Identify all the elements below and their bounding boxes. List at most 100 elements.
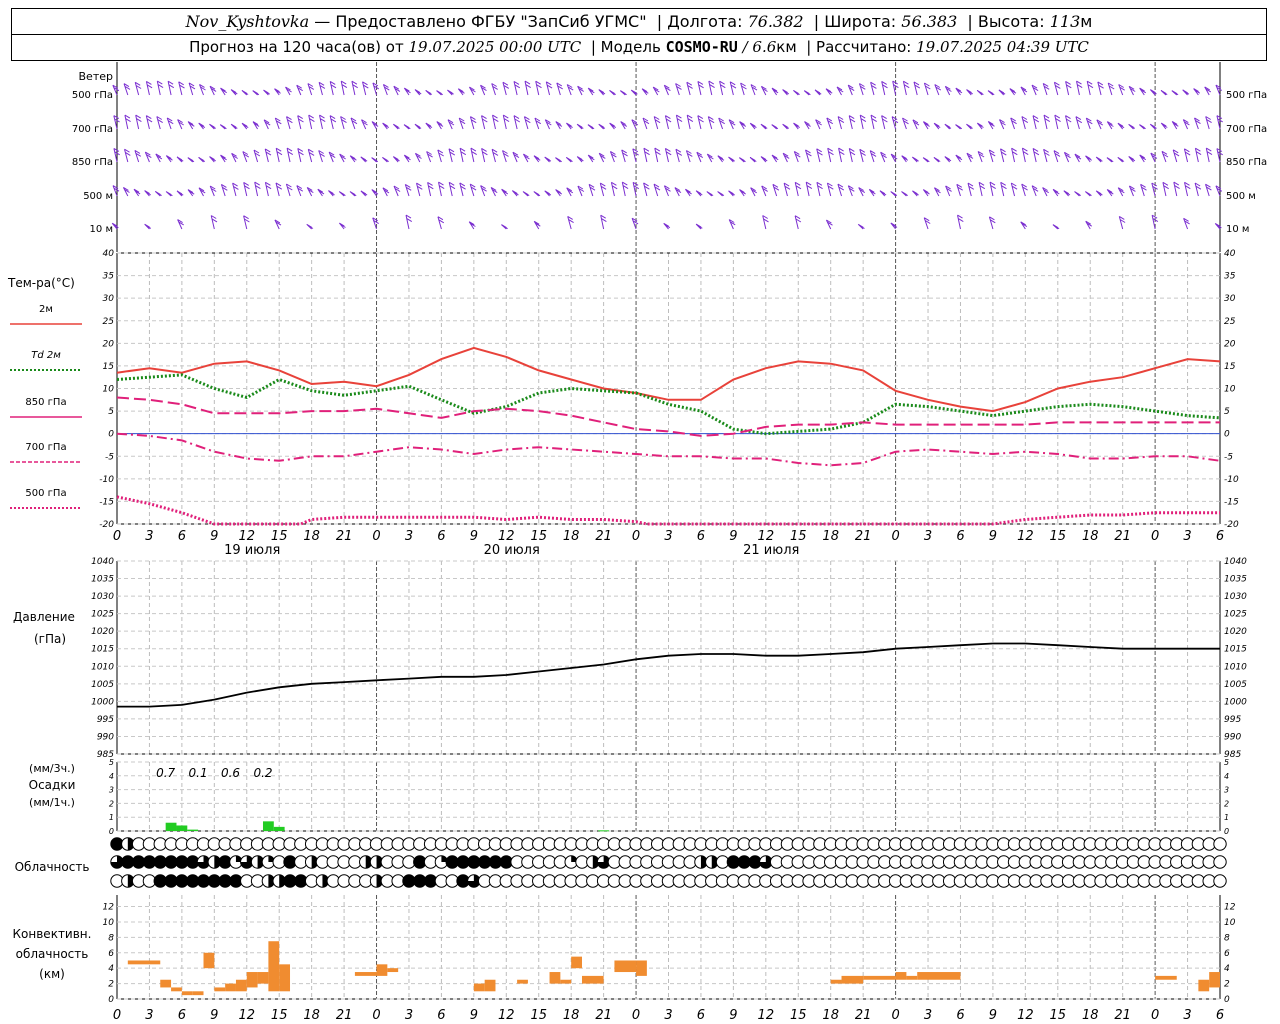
temp-legend-label: 2м: [39, 304, 53, 315]
wind-barb: [209, 85, 217, 96]
pres-ytick-left: 1020: [91, 627, 114, 637]
wind-barb: [338, 191, 346, 197]
wind-barb: [922, 121, 930, 130]
wind-barb: [178, 81, 185, 96]
convective-cloud-bar: [895, 972, 907, 980]
wind-barb: [966, 152, 974, 163]
conv-hour-label: 0: [1151, 1008, 1159, 1023]
wind-barb: [1160, 122, 1168, 130]
convective-cloud-bar: [387, 968, 399, 973]
conv-hour-label: 6: [1216, 1008, 1224, 1023]
wind-barb: [392, 156, 400, 163]
wind-barb: [1020, 86, 1028, 96]
wind-barb: [371, 189, 379, 197]
convective-cloud-bar: [1198, 979, 1210, 992]
precipitation-plot: [165, 821, 610, 832]
wind-barb: [1117, 122, 1125, 130]
wind-barb: [425, 89, 433, 96]
wind-barb: [349, 155, 357, 163]
convective-cloud-bar: [830, 979, 842, 984]
wind-barb: [1085, 155, 1092, 163]
wind-barb: [274, 219, 282, 230]
wind-barb: [1075, 116, 1083, 130]
wind-barb: [826, 117, 834, 130]
wind-barb: [436, 121, 444, 130]
wind-barb: [805, 149, 812, 163]
wind-barb: [869, 150, 877, 163]
wind-barb: [610, 181, 618, 197]
wind-barb: [220, 183, 228, 197]
wind-barb: [232, 182, 239, 197]
wind-barb: [1194, 147, 1202, 163]
temp-ytick-left: -5: [105, 452, 114, 462]
wind-barb: [1140, 183, 1147, 197]
wind-barb: [868, 188, 876, 197]
wind-barb: [1205, 116, 1212, 130]
wind-barb: [241, 122, 249, 130]
wind-barb: [448, 148, 456, 163]
conv-hour-label: 3: [145, 1008, 153, 1023]
wind-barb: [362, 81, 369, 96]
temp-hour-label: 6: [697, 529, 705, 544]
wind-barb: [523, 116, 531, 130]
wind-barb: [513, 80, 521, 96]
temp-hour-label: 9: [210, 529, 218, 544]
wind-barb: [804, 121, 811, 130]
wind-barb: [848, 115, 856, 130]
wind-barb: [1053, 81, 1061, 96]
wind-barb: [1063, 190, 1071, 197]
temp-hour-label: 12: [238, 529, 255, 544]
wind-barb: [351, 80, 358, 96]
wind-barb: [306, 223, 314, 230]
wind-barb: [771, 154, 779, 163]
wind-barb: [275, 182, 283, 197]
temp-hour-label: 21: [595, 529, 612, 544]
temp-hour-label: 18: [303, 529, 320, 544]
wind-barb: [771, 87, 779, 96]
wind-barb: [1031, 84, 1039, 96]
wind-barb: [339, 153, 346, 163]
wind-barb: [587, 154, 595, 163]
cloud-cover-circle: [1213, 874, 1227, 888]
wind-barb: [587, 124, 595, 130]
wind-barb: [198, 156, 206, 163]
wind-barb: [805, 181, 813, 197]
wind-barb: [414, 89, 422, 96]
wind-barb: [145, 115, 153, 130]
prec-ytick-left: 1: [109, 813, 114, 822]
wind-barb: [176, 156, 184, 163]
convective-cloud-bar: [1209, 972, 1220, 988]
wind-barb: [544, 156, 552, 163]
conv-ytick-left: 4: [108, 964, 114, 974]
wind-barb: [675, 148, 683, 163]
wind-barb: [879, 190, 887, 197]
convective-cloud-bar: [863, 975, 896, 980]
wind-barb: [1021, 116, 1029, 130]
wind-barb: [501, 224, 508, 230]
wind-barb: [555, 157, 562, 163]
wind-barb: [933, 122, 941, 130]
wind-barb: [480, 84, 487, 96]
prec-ytick-right: 0: [1224, 827, 1229, 836]
precip-bar: [176, 825, 188, 831]
wind-barb: [198, 122, 206, 130]
precip-unit-top: (мм/3ч.): [29, 762, 75, 775]
wind-barb: [1052, 188, 1060, 197]
temp-hour-label: 15: [1050, 529, 1067, 544]
wind-barb: [631, 119, 639, 130]
wind-barb: [123, 83, 131, 96]
wind-barb: [533, 191, 541, 197]
wind-barb: [414, 152, 422, 163]
wind-barb: [403, 154, 411, 163]
wind-barb: [112, 185, 120, 197]
wind-barb: [187, 189, 195, 197]
wind-barb: [675, 83, 682, 96]
conv-hour-label: 3: [664, 1008, 672, 1023]
wind-barb: [675, 114, 683, 130]
wind-barb: [360, 190, 368, 197]
temp-hour-label: 0: [113, 529, 121, 544]
wind-barb: [566, 84, 574, 96]
wind-barb: [706, 153, 714, 163]
wind-barb: [156, 80, 164, 96]
wind-barb: [793, 150, 801, 163]
